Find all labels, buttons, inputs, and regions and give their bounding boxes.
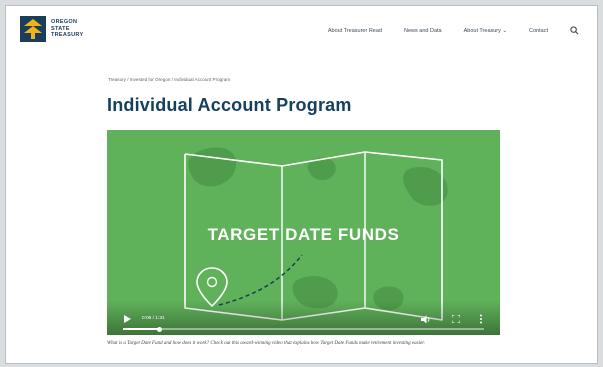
- video-progress-bar[interactable]: [123, 326, 484, 332]
- video-title-text: TARGET DATE FUNDS: [207, 225, 400, 244]
- video-caption: What is a Target Date Fund and how does …: [107, 341, 425, 346]
- treasury-logo-icon: [20, 16, 46, 42]
- main-nav: About Treasurer Read News and Data About…: [306, 26, 579, 35]
- video-progress-fill: [123, 328, 160, 330]
- nav-item-news-and-data[interactable]: News and Data: [404, 28, 442, 34]
- fullscreen-icon[interactable]: [452, 315, 460, 323]
- volume-icon[interactable]: [421, 315, 431, 324]
- nav-item-about-treasurer[interactable]: About Treasurer Read: [328, 28, 382, 34]
- video-controls: 0:06 / 1:31: [107, 301, 500, 335]
- nav-item-about-treasury[interactable]: About Treasury ⌄: [464, 28, 507, 34]
- page-title: Individual Account Program: [107, 95, 352, 115]
- search-icon[interactable]: [570, 26, 579, 35]
- breadcrumb[interactable]: Treasury / Invested for Oregon / Individ…: [108, 77, 230, 82]
- video-time: 0:06 / 1:31: [142, 316, 165, 321]
- nav-item-contact[interactable]: Contact: [529, 28, 548, 34]
- logo-wordmark: OREGON STATE TREASURY: [51, 19, 83, 39]
- site-header: OREGON STATE TREASURY About Treasurer Re…: [6, 6, 597, 54]
- video-progress-handle[interactable]: [156, 326, 162, 332]
- browser-viewport: OREGON STATE TREASURY About Treasurer Re…: [5, 5, 598, 364]
- play-icon[interactable]: [123, 315, 131, 323]
- more-icon[interactable]: [479, 314, 483, 324]
- video-player[interactable]: TARGET DATE FUNDS 0:06 / 1:31: [107, 130, 500, 335]
- site-logo[interactable]: OREGON STATE TREASURY: [20, 16, 83, 42]
- logo-line-3: TREASURY: [51, 32, 84, 39]
